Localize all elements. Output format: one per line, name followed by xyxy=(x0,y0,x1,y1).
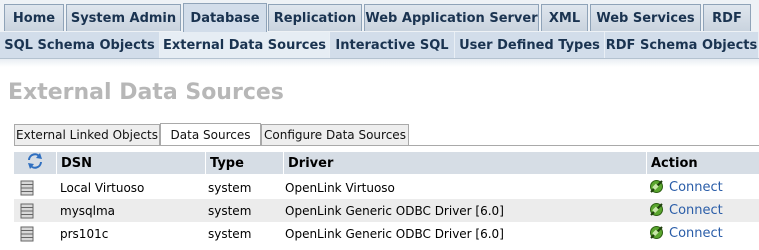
nav-shadow xyxy=(0,59,759,67)
tab-rdf[interactable]: RDF xyxy=(703,4,751,31)
driver-cell: OpenLink Generic ODBC Driver [6.0] xyxy=(285,226,504,241)
subtab-interactive-sql[interactable]: Interactive SQL xyxy=(330,32,455,58)
type-cell: system xyxy=(208,226,252,241)
tab-configure-data-sources[interactable]: Configure Data Sources xyxy=(261,124,409,145)
dsn-cell: Local Virtuoso xyxy=(60,180,145,195)
column-type: Type xyxy=(205,152,283,174)
table-row: prs101c system OpenLink Generic ODBC Dri… xyxy=(14,222,759,245)
connect-link[interactable]: Connect xyxy=(669,203,723,218)
column-driver: Driver xyxy=(283,152,646,174)
tab-database[interactable]: Database xyxy=(183,3,267,32)
sub-nav: SQL Schema Objects External Data Sources… xyxy=(0,32,759,59)
tab-xml[interactable]: XML xyxy=(541,4,588,31)
plug-icon xyxy=(649,202,664,220)
table-row: mysqlma system OpenLink Generic ODBC Dri… xyxy=(14,199,759,222)
plug-icon xyxy=(649,225,664,243)
tab-external-linked-objects[interactable]: External Linked Objects xyxy=(14,124,160,145)
dsn-cell: prs101c xyxy=(60,226,109,241)
table-row: Local Virtuoso system OpenLink Virtuoso … xyxy=(14,176,759,199)
connect-button[interactable]: Connect xyxy=(649,199,723,222)
plug-icon xyxy=(649,179,664,197)
type-cell: system xyxy=(208,203,252,218)
connect-link[interactable]: Connect xyxy=(669,226,723,241)
tab-web-services[interactable]: Web Services xyxy=(590,4,701,31)
connect-link[interactable]: Connect xyxy=(669,180,723,195)
connect-button[interactable]: Connect xyxy=(649,222,723,245)
tab-web-application-server[interactable]: Web Application Server xyxy=(364,4,539,31)
main-nav: Home System Admin Database Replication W… xyxy=(0,0,759,32)
type-cell: system xyxy=(208,180,252,195)
dsn-cell: mysqlma xyxy=(60,203,116,218)
refresh-icon xyxy=(26,152,44,174)
subtab-rdf-schema-objects[interactable]: RDF Schema Objects xyxy=(605,32,759,58)
tab-replication[interactable]: Replication xyxy=(268,4,362,31)
column-dsn: DSN xyxy=(56,152,205,174)
tab-home[interactable]: Home xyxy=(4,4,64,31)
connect-button[interactable]: Connect xyxy=(649,176,723,199)
column-action: Action xyxy=(646,152,759,174)
refresh-button[interactable] xyxy=(14,152,56,174)
tab-panel-border xyxy=(14,145,759,146)
subtab-user-defined-types[interactable]: User Defined Types xyxy=(455,32,605,58)
page-title: External Data Sources xyxy=(8,80,284,105)
database-stack-icon xyxy=(20,199,34,222)
subtab-sql-schema-objects[interactable]: SQL Schema Objects xyxy=(0,32,160,58)
subtab-external-data-sources[interactable]: External Data Sources xyxy=(160,32,330,58)
driver-cell: OpenLink Generic ODBC Driver [6.0] xyxy=(285,203,504,218)
database-stack-icon xyxy=(20,176,34,199)
tab-data-sources[interactable]: Data Sources xyxy=(160,123,261,146)
table-header: DSN Type Driver Action xyxy=(14,152,759,174)
database-stack-icon xyxy=(20,222,34,245)
driver-cell: OpenLink Virtuoso xyxy=(285,180,395,195)
tab-system-admin[interactable]: System Admin xyxy=(66,4,181,31)
